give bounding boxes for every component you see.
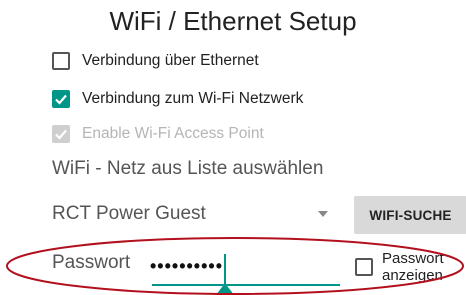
ethernet-option[interactable]: Verbindung über Ethernet [52, 48, 259, 74]
password-label: Passwort [52, 252, 131, 273]
wifi-checkbox[interactable] [52, 90, 70, 108]
show-password-checkbox[interactable] [355, 258, 373, 276]
text-cursor [224, 254, 226, 284]
show-password-label-line1: Passwort [382, 250, 444, 267]
ethernet-checkbox[interactable] [52, 52, 70, 70]
wifi-label: Verbindung zum Wi-Fi Netzwerk [82, 90, 304, 107]
page-title: WiFi / Ethernet Setup [109, 6, 357, 36]
network-spinner[interactable]: RCT Power Guest [52, 203, 206, 225]
show-password-label[interactable]: Passwort anzeigen [382, 250, 444, 284]
wifi-search-button[interactable]: WIFI-SUCHE [354, 196, 466, 234]
checkmark-icon [55, 129, 67, 140]
access-point-option: Enable Wi-Fi Access Point [52, 121, 264, 147]
show-password-label-line2: anzeigen [382, 267, 443, 284]
checkmark-icon [55, 94, 67, 105]
password-underline [152, 284, 340, 286]
access-point-label: Enable Wi-Fi Access Point [82, 125, 264, 142]
password-field[interactable] [150, 247, 340, 285]
wifi-option[interactable]: Verbindung zum Wi-Fi Netzwerk [52, 86, 303, 112]
ethernet-label: Verbindung über Ethernet [82, 52, 259, 69]
access-point-checkbox [52, 125, 70, 143]
network-section-label: WiFi - Netz aus Liste auswählen [52, 158, 324, 179]
cursor-handle-icon[interactable] [216, 283, 234, 295]
dropdown-arrow-icon[interactable] [318, 211, 328, 217]
